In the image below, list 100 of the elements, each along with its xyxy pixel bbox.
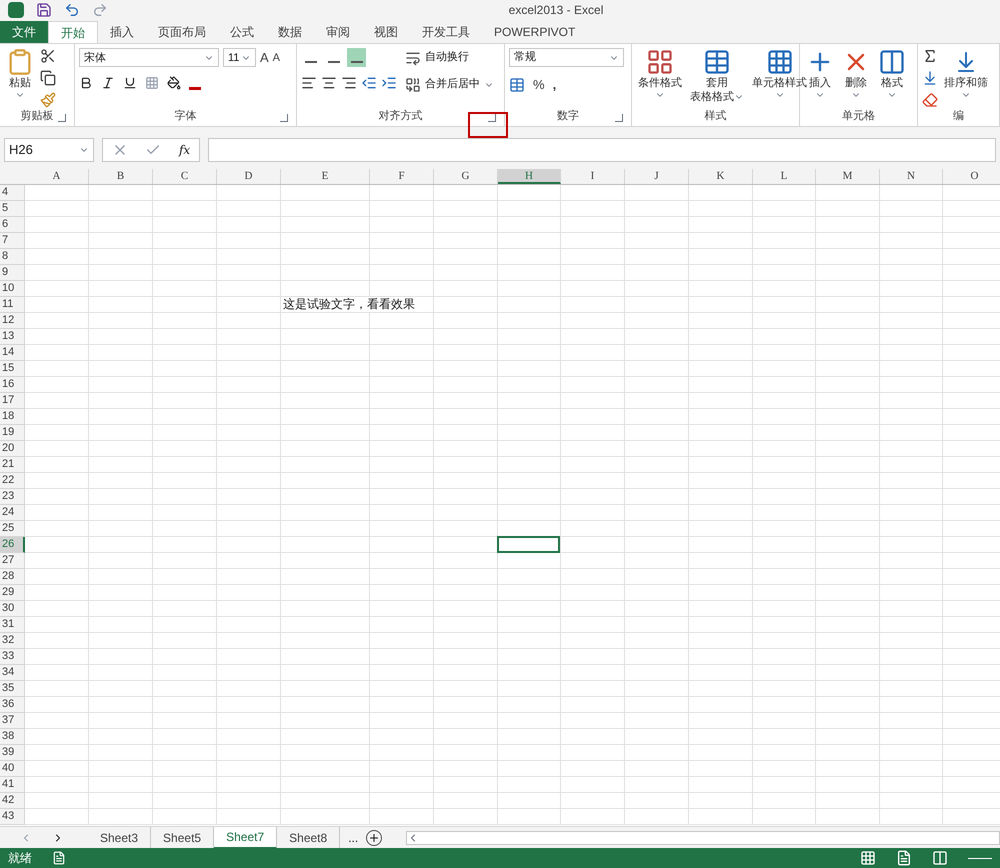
row-header[interactable]: 4 (0, 185, 25, 201)
row-header[interactable]: 35 (0, 681, 25, 697)
file-tab[interactable]: 文件 (0, 21, 48, 43)
row-header[interactable]: 27 (0, 553, 25, 569)
row-header[interactable]: 18 (0, 409, 25, 425)
row-header[interactable]: 29 (0, 585, 25, 601)
indent-increase-icon[interactable] (381, 75, 397, 91)
row-header[interactable]: 19 (0, 425, 25, 441)
row-header[interactable]: 7 (0, 233, 25, 249)
ribbon-tab[interactable]: 开始 (48, 21, 98, 43)
italic-icon[interactable] (101, 76, 115, 90)
row-header[interactable]: 14 (0, 345, 25, 361)
redo-icon[interactable] (92, 2, 108, 18)
comma-button[interactable]: , (552, 75, 556, 94)
column-header[interactable]: H (498, 169, 561, 184)
dialog-launcher[interactable] (58, 114, 66, 122)
row-header[interactable]: 15 (0, 361, 25, 377)
ribbon-tab[interactable]: 插入 (98, 21, 146, 43)
copy-icon[interactable] (40, 70, 56, 86)
fill-color-icon[interactable] (167, 76, 181, 90)
more-sheets-button[interactable]: ... (340, 828, 366, 846)
ribbon-tab[interactable]: 开发工具 (410, 21, 482, 43)
ribbon-tab[interactable]: 审阅 (314, 21, 362, 43)
row-header[interactable]: 38 (0, 729, 25, 745)
eraser-icon[interactable] (922, 92, 938, 108)
ribbon-button[interactable]: 粘贴 (4, 48, 36, 100)
ribbon-button[interactable]: 删除 (840, 48, 872, 100)
horizontal-scrollbar[interactable] (406, 830, 1000, 844)
row-header[interactable]: 36 (0, 697, 25, 713)
indent-decrease-icon[interactable] (361, 75, 377, 91)
ribbon-button[interactable]: 格式 (876, 48, 908, 100)
column-header[interactable]: M (816, 169, 880, 184)
fill-down-icon[interactable] (922, 70, 938, 86)
row-header[interactable]: 23 (0, 489, 25, 505)
row-header[interactable]: 17 (0, 393, 25, 409)
name-box[interactable]: H26 (4, 138, 94, 162)
column-header[interactable]: D (217, 169, 281, 184)
ribbon-tab[interactable]: 数据 (266, 21, 314, 43)
formula-field[interactable] (208, 138, 996, 162)
dialog-launcher[interactable] (615, 114, 623, 122)
row-header[interactable]: 16 (0, 377, 25, 393)
column-header[interactable]: L (753, 169, 816, 184)
row-header[interactable]: 22 (0, 473, 25, 489)
align-right-icon[interactable] (341, 75, 357, 91)
ribbon-tab[interactable]: 公式 (218, 21, 266, 43)
column-header[interactable]: K (689, 169, 753, 184)
row-header[interactable]: 39 (0, 745, 25, 761)
row-header[interactable]: 20 (0, 441, 25, 457)
ribbon-button[interactable]: 条件格式 (636, 48, 684, 100)
scissors-icon[interactable] (40, 48, 56, 64)
row-header[interactable]: 31 (0, 617, 25, 633)
bold-icon[interactable] (79, 76, 93, 90)
row-header[interactable]: 41 (0, 777, 25, 793)
merge-center-button[interactable]: 合并后居中 (405, 75, 494, 94)
number-format-field[interactable]: 常规 (509, 48, 624, 67)
shrink-font-button[interactable]: A (272, 50, 280, 66)
row-header[interactable]: 12 (0, 313, 25, 329)
row-header[interactable]: 40 (0, 761, 25, 777)
dialog-launcher[interactable] (488, 114, 496, 122)
ribbon-tab[interactable]: 视图 (362, 21, 410, 43)
vertical-align-button[interactable] (347, 48, 366, 67)
brush-icon[interactable] (40, 92, 56, 108)
row-header[interactable]: 21 (0, 457, 25, 473)
row-header[interactable]: 10 (0, 281, 25, 297)
column-header[interactable]: O (943, 169, 1000, 184)
ribbon-button[interactable]: 单元格样式 (750, 48, 809, 100)
row-header[interactable]: 8 (0, 249, 25, 265)
grow-font-button[interactable]: A (260, 48, 269, 68)
ribbon-tab[interactable]: 页面布局 (146, 21, 218, 43)
column-header[interactable]: B (89, 169, 153, 184)
undo-icon[interactable] (64, 2, 80, 18)
wrap-text-button[interactable]: 自动换行 (405, 48, 494, 67)
row-header[interactable]: 11 (0, 297, 25, 313)
column-header[interactable]: E (281, 169, 370, 184)
row-header[interactable]: 6 (0, 217, 25, 233)
excel-logo-icon[interactable] (8, 2, 24, 18)
row-header[interactable]: 24 (0, 505, 25, 521)
row-header[interactable]: 13 (0, 329, 25, 345)
align-center-icon[interactable] (321, 75, 337, 91)
row-header[interactable]: 34 (0, 665, 25, 681)
column-header[interactable]: C (153, 169, 217, 184)
column-header[interactable]: J (625, 169, 689, 184)
new-sheet-icon[interactable] (366, 830, 382, 846)
row-header[interactable]: 43 (0, 809, 25, 825)
column-header[interactable]: I (561, 169, 625, 184)
page-layout-icon[interactable] (896, 850, 912, 866)
row-header[interactable]: 26 (0, 537, 25, 553)
align-left-icon[interactable] (301, 75, 317, 91)
normal-view-icon[interactable] (860, 850, 876, 866)
percent-button[interactable]: % (533, 75, 545, 94)
underline-icon[interactable] (123, 76, 137, 90)
dialog-launcher[interactable] (280, 114, 288, 122)
save-icon[interactable] (36, 2, 52, 18)
row-header[interactable]: 28 (0, 569, 25, 585)
border-icon[interactable] (145, 76, 159, 90)
sheet-tab[interactable]: Sheet7 (214, 826, 278, 848)
ribbon-button[interactable]: 排序和筛 (942, 48, 990, 100)
row-header[interactable]: 25 (0, 521, 25, 537)
ribbon-button[interactable]: 套用 表格格式 (688, 48, 746, 104)
column-header[interactable]: N (880, 169, 943, 184)
